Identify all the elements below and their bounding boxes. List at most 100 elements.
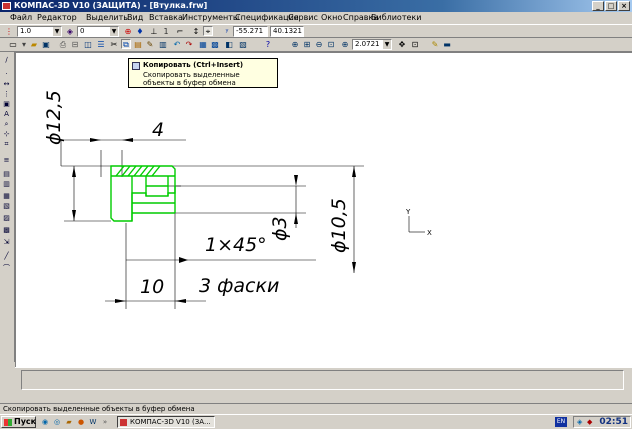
print-preview-icon[interactable]: ⊟ (70, 39, 80, 49)
menu-select[interactable]: Выделить (86, 13, 128, 22)
dim-width: 4 (152, 119, 164, 141)
coord-y-field[interactable]: 40.1321 (270, 26, 304, 37)
minimize-button[interactable]: _ (592, 1, 604, 11)
annotation-icon[interactable]: A (2, 110, 11, 119)
menu-editor[interactable]: Редактор (37, 13, 77, 22)
magnet-icon[interactable]: ♦ (135, 26, 145, 36)
coords-icon[interactable]: ↕ (191, 26, 201, 36)
grid-panel-icon[interactable]: ⋮ (2, 90, 11, 99)
insert-icon[interactable]: ⇲ (2, 238, 11, 247)
layers-icon[interactable]: ◧ (224, 39, 234, 49)
cut-icon[interactable]: ✂ (109, 39, 119, 49)
menu-file[interactable]: Файл (10, 13, 32, 22)
print-icon[interactable]: ⎙ (58, 39, 68, 49)
copy-properties-icon[interactable]: ✎ (145, 39, 155, 49)
menu-view[interactable]: Вид (127, 13, 143, 22)
attributes-icon[interactable]: ▩ (2, 226, 11, 235)
part-outline[interactable] (110, 165, 176, 222)
zoom-combo[interactable]: 2.0721 ▼ (352, 39, 392, 50)
zoom-scale-icon[interactable]: ⊕ (340, 39, 350, 49)
snap-icon[interactable]: ⊕ (123, 26, 133, 36)
explorer-icon[interactable]: ◎ (52, 417, 62, 427)
zoom-out-icon[interactable]: ⊖ (314, 39, 324, 49)
undo-icon[interactable]: ↶ (172, 39, 182, 49)
menu-window[interactable]: Окно (321, 13, 342, 22)
ortho-icon[interactable]: ⊥ (149, 26, 159, 36)
view-icon[interactable]: ▬ (442, 39, 452, 49)
round-icon[interactable]: 1 (161, 26, 171, 36)
zoom-window-icon[interactable]: ⊞ (302, 39, 312, 49)
chevron-down-icon[interactable]: ▾ (19, 39, 29, 49)
dim-diameter-outer: ϕ12,5 (43, 90, 65, 145)
zoom-in-icon[interactable]: ⊕ (290, 39, 300, 49)
drawing-canvas[interactable]: ϕ12,5 4 ϕ10,5 ϕ3 1×45° 10 3 фаски Y X (15, 52, 632, 367)
point-icon[interactable]: · (2, 70, 11, 79)
arc-icon[interactable]: ⌒ (2, 264, 11, 273)
local-cs-icon[interactable]: ⌐ (175, 26, 185, 36)
coord-x-field[interactable]: -55.271 (233, 26, 268, 37)
language-indicator[interactable]: EN (555, 417, 567, 427)
menu-libraries[interactable]: Библиотеки (371, 13, 421, 22)
zoom-fit-icon[interactable]: ⊡ (326, 39, 336, 49)
maximize-button[interactable]: □ (605, 1, 617, 11)
variables-icon[interactable]: ▩ (210, 39, 220, 49)
select-icon[interactable]: ▣ (2, 100, 11, 109)
browser-icon[interactable]: ◉ (40, 417, 50, 427)
properties-icon[interactable]: ☰ (96, 39, 106, 49)
param-icon[interactable]: ⊹ (2, 130, 11, 139)
open-icon[interactable]: ▰ (29, 39, 39, 49)
line-tool-icon[interactable]: ╱ (2, 252, 11, 261)
fragment-icon[interactable]: ▥ (2, 180, 11, 189)
refresh-icon[interactable]: ✎ (430, 39, 440, 49)
measure-icon[interactable]: ⌗ (2, 140, 11, 149)
view-panel-icon[interactable]: ▧ (2, 202, 11, 211)
word-icon[interactable]: W (88, 417, 98, 427)
new-file-icon[interactable]: ▭ (8, 39, 18, 49)
menu-tools[interactable]: Инструменты (182, 13, 239, 22)
grid-icon[interactable]: ⋮ (4, 26, 14, 36)
tooltip: Копировать (Ctrl+Insert) Скопировать выд… (128, 58, 278, 88)
dimensions-icon[interactable]: ↔ (2, 80, 11, 89)
layer-icon[interactable]: ◈ (65, 26, 75, 36)
network-icon[interactable]: ◈ (577, 418, 582, 426)
redo-icon[interactable]: ↷ (184, 39, 194, 49)
arrowhead (90, 138, 101, 142)
chevron-down-icon[interactable]: ▼ (110, 27, 118, 36)
scale-combo[interactable]: 1.0 ▼ (17, 26, 62, 37)
more-icon[interactable]: » (100, 417, 110, 427)
arrowhead (122, 138, 133, 142)
menu-service[interactable]: Сервис (288, 13, 318, 22)
geometry-icon[interactable]: ∕ (2, 56, 11, 65)
start-button[interactable]: Пуск (1, 416, 36, 428)
manager-icon[interactable]: ▦ (198, 39, 208, 49)
library-icon[interactable]: ▥ (158, 39, 168, 49)
dim-diameter-hole: ϕ3 (269, 216, 291, 241)
layer-combo[interactable]: 0 ▼ (77, 26, 119, 37)
clock[interactable]: 02:51 (599, 417, 628, 428)
chevron-down-icon[interactable]: ▼ (383, 40, 391, 49)
antivirus-icon[interactable]: ◆ (587, 418, 592, 426)
save-icon[interactable]: ▣ (41, 39, 51, 49)
taskbar-item-kompas[interactable]: КОМПАС-3D V10 (ЗА... (117, 416, 215, 428)
spec-icon[interactable]: ≡ (2, 156, 11, 165)
menu-insert[interactable]: Вставка (149, 13, 183, 22)
tooltip-title: Копировать (Ctrl+Insert) (143, 61, 244, 69)
settings-icon[interactable]: ▧ (238, 39, 248, 49)
preview-icon[interactable]: ◫ (83, 39, 93, 49)
copy-icon[interactable]: ⧉ (121, 39, 131, 49)
show-all-icon[interactable]: ⊡ (410, 39, 420, 49)
paste-icon[interactable]: ▤ (133, 39, 143, 49)
layer-value: 0 (80, 27, 85, 35)
chevron-down-icon[interactable]: ▼ (53, 27, 61, 36)
edit-icon[interactable]: ⌕ (2, 120, 11, 129)
media-icon[interactable]: ● (76, 417, 86, 427)
pointer-cs-icon[interactable]: ⌖ (203, 26, 213, 36)
library-panel-icon[interactable]: ▨ (2, 214, 11, 223)
table-icon[interactable]: ▦ (2, 192, 11, 201)
zoom-value: 2.0721 (355, 40, 380, 48)
close-button[interactable]: × (618, 1, 630, 11)
reports-icon[interactable]: ▤ (2, 170, 11, 179)
folder-icon[interactable]: ▰ (64, 417, 74, 427)
help-pointer-icon[interactable]: ? (263, 39, 273, 49)
pan-icon[interactable]: ✥ (397, 39, 407, 49)
